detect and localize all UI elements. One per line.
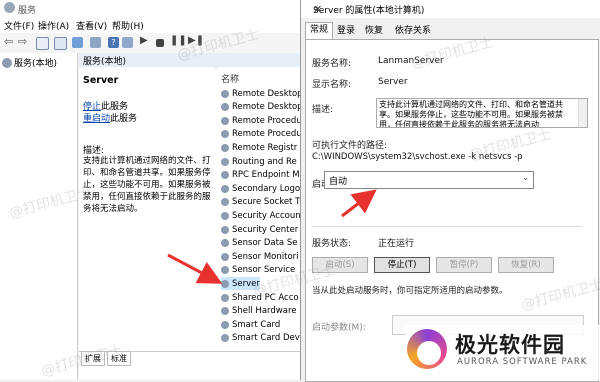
- aurora-logo: 极光软件园 AURORA SOFTWARE PARK: [405, 325, 600, 380]
- logo-name: 极光软件园: [455, 333, 565, 357]
- annotation-arrows: [167, 189, 377, 284]
- logo-subtitle: AURORA SOFTWARE PARK: [457, 357, 588, 367]
- arrow-to-server-row: [167, 253, 223, 284]
- aurora-logo-icon: [407, 329, 447, 369]
- arrow-to-startup-type: [341, 189, 377, 218]
